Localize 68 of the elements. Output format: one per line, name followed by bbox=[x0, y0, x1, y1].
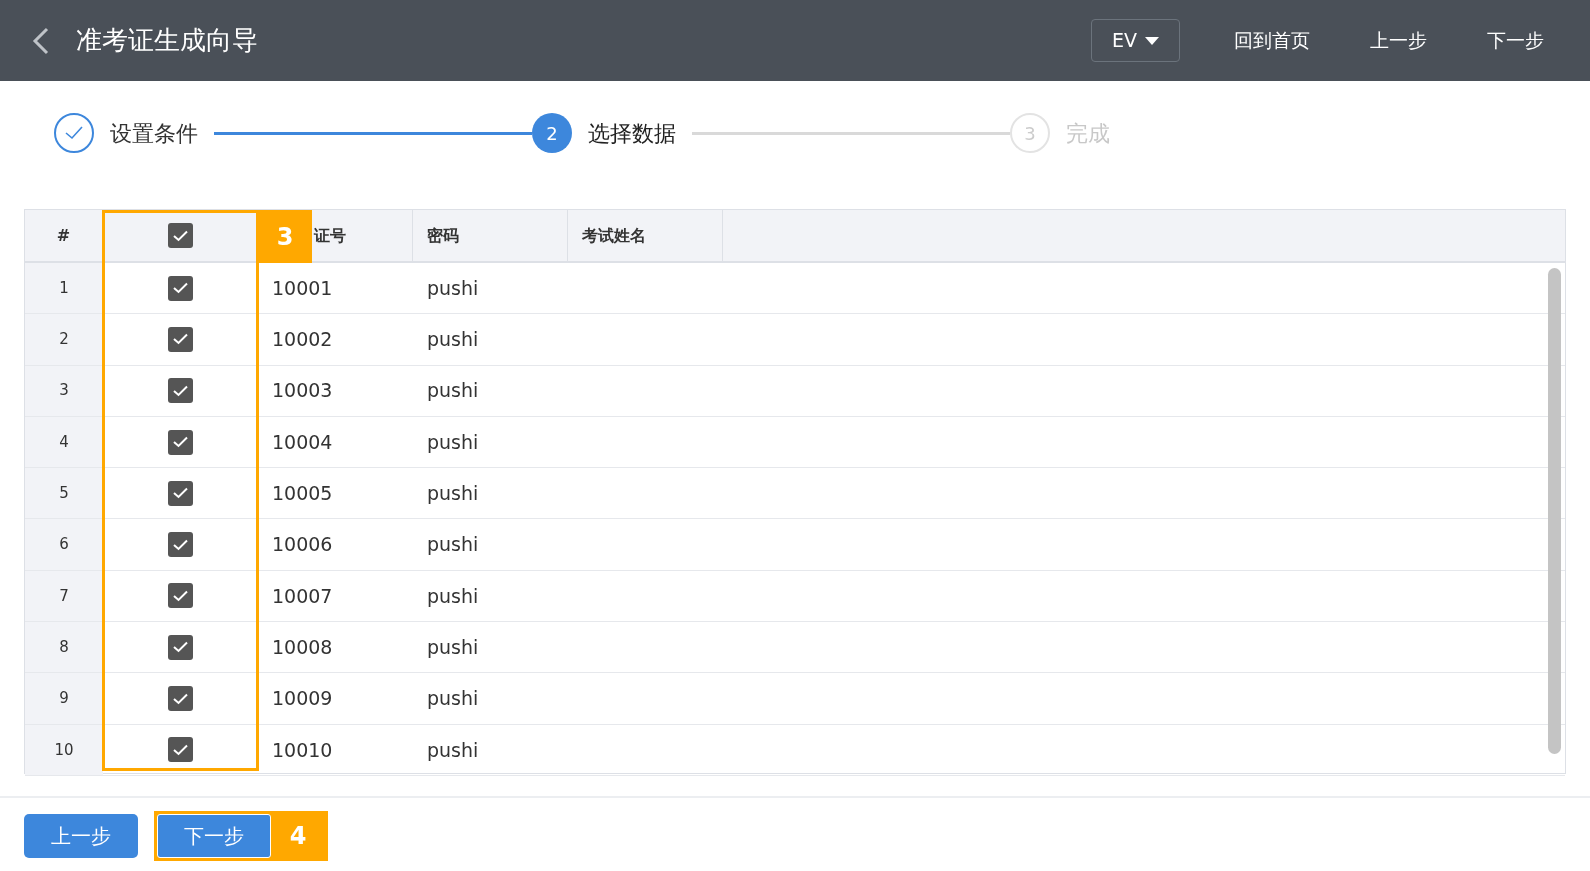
column-header: 密码 bbox=[413, 210, 568, 261]
table-cell: 10003 bbox=[272, 379, 333, 402]
row-number: 6 bbox=[25, 519, 103, 570]
caret-icon bbox=[1145, 36, 1159, 45]
table-cell: 10002 bbox=[272, 328, 333, 351]
table-cell: 10004 bbox=[272, 430, 333, 453]
check-icon bbox=[173, 282, 188, 295]
table-cell: pushi bbox=[427, 738, 479, 761]
check-icon bbox=[173, 692, 188, 705]
row-checkbox[interactable] bbox=[168, 634, 193, 660]
table-cell: 10006 bbox=[272, 533, 333, 556]
row-checkbox[interactable] bbox=[168, 378, 193, 404]
step-label: 设置条件 bbox=[110, 119, 198, 148]
table-cell: 10007 bbox=[272, 584, 333, 607]
row-checkbox[interactable] bbox=[168, 326, 193, 352]
table-cell: pushi bbox=[427, 276, 479, 299]
check-icon bbox=[172, 229, 188, 242]
check-icon bbox=[173, 436, 188, 449]
table-cell: pushi bbox=[427, 482, 479, 505]
row-number: 10 bbox=[25, 724, 103, 775]
column-header: # bbox=[25, 210, 103, 261]
step-label: 选择数据 bbox=[588, 119, 676, 148]
check-icon bbox=[173, 641, 188, 654]
header-link[interactable]: 下一步 bbox=[1481, 25, 1550, 56]
table-cell: pushi bbox=[427, 533, 479, 556]
next-button[interactable]: 下一步 bbox=[157, 814, 271, 858]
column-header: 考试姓名 bbox=[568, 210, 723, 261]
table-cell: 10001 bbox=[272, 276, 333, 299]
table-cell: pushi bbox=[427, 430, 479, 453]
table-cell: 10009 bbox=[272, 687, 333, 710]
row-number: 3 bbox=[25, 365, 103, 416]
row-number: 5 bbox=[25, 468, 103, 519]
step-marker: 3 bbox=[258, 210, 312, 263]
header-link[interactable]: 上一步 bbox=[1364, 25, 1433, 56]
table-cell: pushi bbox=[427, 635, 479, 658]
check-icon bbox=[173, 538, 188, 551]
row-number: 8 bbox=[25, 622, 103, 673]
table-cell: 10008 bbox=[272, 635, 333, 658]
check-icon bbox=[173, 589, 188, 602]
row-checkbox[interactable] bbox=[168, 583, 193, 609]
row-number: 7 bbox=[25, 570, 103, 622]
row-number: 9 bbox=[25, 673, 103, 724]
step-number: 2 bbox=[532, 113, 572, 153]
check-icon bbox=[173, 743, 188, 756]
check-icon bbox=[173, 384, 188, 397]
row-checkbox[interactable] bbox=[168, 275, 193, 301]
row-number: 4 bbox=[25, 416, 103, 468]
table-cell: 10010 bbox=[272, 738, 333, 761]
header-link[interactable]: 回到首页 bbox=[1228, 25, 1316, 56]
row-checkbox[interactable] bbox=[168, 532, 193, 558]
row-checkbox[interactable] bbox=[168, 686, 193, 711]
table-cell: pushi bbox=[427, 328, 479, 351]
row-checkbox[interactable] bbox=[168, 429, 193, 455]
previous-button[interactable]: 上一步 bbox=[24, 814, 138, 858]
check-icon bbox=[173, 487, 188, 500]
row-number: 1 bbox=[25, 263, 103, 314]
check-icon bbox=[173, 333, 188, 346]
table-cell: pushi bbox=[427, 584, 479, 607]
page-title: 准考证生成向导 bbox=[76, 24, 258, 57]
select-all-checkbox[interactable] bbox=[167, 223, 193, 248]
table-cell: pushi bbox=[427, 687, 479, 710]
table-cell: pushi bbox=[427, 379, 479, 402]
table-cell: 10005 bbox=[272, 482, 333, 505]
row-checkbox[interactable] bbox=[168, 737, 193, 763]
scrollbar[interactable] bbox=[1548, 268, 1561, 754]
row-checkbox[interactable] bbox=[168, 480, 193, 506]
language-dropdown[interactable]: EV bbox=[1091, 19, 1180, 62]
row-number: 2 bbox=[25, 314, 103, 365]
